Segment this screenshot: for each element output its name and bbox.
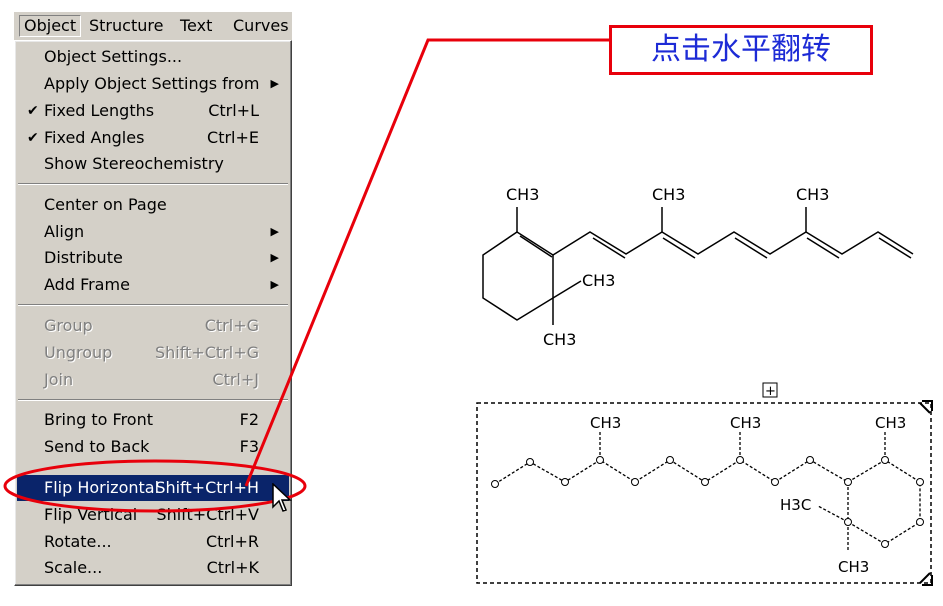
plus-icon: + bbox=[765, 384, 776, 399]
selection-frame[interactable] bbox=[476, 402, 932, 584]
molecule-selected-atoms bbox=[491, 456, 924, 548]
ch3-label: CH3 bbox=[590, 414, 621, 432]
molecule-selected bbox=[494, 432, 921, 552]
arrow-cursor-icon bbox=[272, 483, 292, 512]
ch3-label: CH3 bbox=[875, 414, 906, 432]
ch3-label: CH3 bbox=[506, 185, 539, 204]
ch3-label: CH3 bbox=[838, 558, 869, 576]
canvas-drawing: CH3 CH3 CH3 CH3 CH3 + CH3 CH3 CH3 H3C CH… bbox=[3, 38, 933, 586]
ch3-label: CH3 bbox=[652, 185, 685, 204]
ch3-label: CH3 bbox=[730, 414, 761, 432]
molecule-original bbox=[482, 207, 914, 325]
annotation-callout: 点击水平翻转 bbox=[609, 25, 873, 75]
annotation-ellipse bbox=[3, 459, 307, 513]
ch3-label: CH3 bbox=[543, 330, 576, 349]
ch3-label: CH3 bbox=[796, 185, 829, 204]
h3c-label: H3C bbox=[780, 496, 811, 514]
annotation-connector bbox=[244, 38, 611, 487]
ch3-label: CH3 bbox=[582, 271, 615, 290]
